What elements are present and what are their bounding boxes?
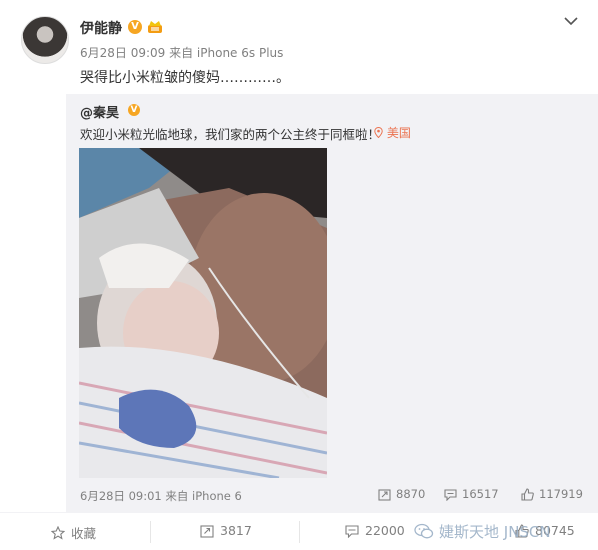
post-meta: 6月28日 09:09 来自 iPhone 6s Plus bbox=[80, 46, 284, 60]
newborn-photo[interactable] bbox=[79, 148, 327, 478]
favorite-label: 收藏 bbox=[71, 526, 97, 541]
repost-count: 8870 bbox=[396, 487, 426, 501]
wechat-icon bbox=[414, 523, 434, 539]
repost-count: 3817 bbox=[220, 523, 252, 538]
location-label: 美国 bbox=[386, 126, 411, 140]
like-count: 117919 bbox=[539, 487, 583, 501]
repost-icon bbox=[200, 524, 214, 538]
comment-count: 22000 bbox=[365, 523, 405, 538]
verified-icon: V bbox=[128, 104, 140, 116]
thumbs-up-icon bbox=[521, 487, 534, 501]
repost-author[interactable]: @秦昊 bbox=[80, 102, 119, 121]
photo-illustration bbox=[79, 148, 327, 478]
repost-button[interactable]: 3817 bbox=[200, 523, 252, 538]
comment-button[interactable]: 22000 bbox=[345, 523, 405, 538]
repost-text: 欢迎小米粒光临地球，我们家的两个公主终于同框啦！ bbox=[80, 127, 381, 142]
author-name[interactable]: 伊能静 bbox=[80, 18, 122, 38]
watermark-text: 婕斯天地 JNSCN bbox=[439, 523, 551, 541]
divider bbox=[150, 521, 151, 543]
repost-card[interactable]: @秦昊 V 欢迎小米粒光临地球，我们家的两个公主终于同框啦！ 美国 6月28日 … bbox=[66, 94, 598, 512]
comment-count: 16517 bbox=[462, 487, 499, 501]
location-pin-icon bbox=[374, 126, 383, 139]
comment-icon bbox=[444, 488, 457, 501]
repost-repost-button[interactable]: 8870 bbox=[378, 487, 425, 501]
action-bar: 收藏 3817 22000 80745 婕斯天地 JNSCN bbox=[0, 512, 598, 550]
wechat-watermark: 婕斯天地 JNSCN bbox=[414, 521, 551, 542]
repost-like-button[interactable]: 117919 bbox=[521, 487, 583, 501]
chevron-down-icon[interactable] bbox=[562, 12, 580, 30]
repost-meta: 6月28日 09:01 来自 iPhone 6 bbox=[80, 489, 242, 503]
favorite-button[interactable]: 收藏 bbox=[51, 523, 96, 542]
divider bbox=[299, 521, 300, 543]
avatar[interactable] bbox=[21, 16, 69, 64]
location-link[interactable]: 美国 bbox=[374, 124, 411, 141]
star-icon bbox=[51, 525, 65, 540]
repost-comment-button[interactable]: 16517 bbox=[444, 487, 499, 501]
verified-icon: V bbox=[128, 20, 142, 34]
post-text: 哭得比小米粒皱的傻妈…………。 bbox=[80, 70, 290, 86]
vip-crown-icon bbox=[148, 21, 162, 33]
repost-icon bbox=[378, 488, 391, 501]
comment-icon bbox=[345, 524, 359, 538]
